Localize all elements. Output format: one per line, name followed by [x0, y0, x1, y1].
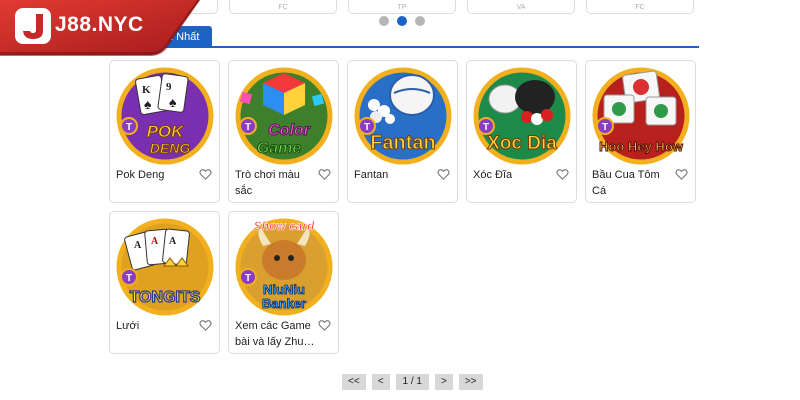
svg-text:A: A	[134, 240, 142, 251]
carousel-dot-active[interactable]	[397, 16, 407, 26]
pok-deng-thumbnail[interactable]: K 9 ♠ ♠ POK DENG T	[114, 65, 216, 167]
svg-text:T: T	[483, 122, 489, 133]
svg-text:NiuNiu: NiuNiu	[263, 282, 305, 297]
svg-text:T: T	[364, 122, 370, 133]
game-name[interactable]: Xem các Game bài và lấy Zhu…	[235, 318, 317, 350]
game-grid: K 9 ♠ ♠ POK DENG T Pok Deng Color Game T…	[109, 60, 699, 354]
svg-text:T: T	[602, 122, 608, 133]
svg-text:Banker: Banker	[262, 296, 306, 311]
heart-icon[interactable]	[199, 168, 212, 181]
game-name[interactable]: Xóc Đĩa	[473, 167, 555, 183]
svg-text:Color: Color	[268, 122, 311, 139]
svg-text:Hoo Hey How: Hoo Hey How	[599, 139, 684, 154]
carousel-dot[interactable]	[379, 16, 389, 26]
game-name[interactable]: Bầu Cua Tôm Cá	[592, 167, 674, 199]
first-page-button[interactable]: <<	[342, 374, 366, 390]
provider-label: FC	[278, 4, 288, 11]
svg-text:♠: ♠	[144, 96, 152, 112]
provider-label: TP	[397, 4, 407, 11]
prev-page-button[interactable]: <	[371, 374, 390, 390]
heart-icon[interactable]	[199, 319, 212, 332]
last-page-button[interactable]: >>	[458, 374, 483, 390]
game-card-niu-niu[interactable]: Show card NiuNiu Banker T Xem các Game b…	[228, 211, 339, 354]
pagination: << < 1 / 1 > >>	[342, 374, 483, 390]
svg-text:T: T	[245, 122, 251, 133]
game-card-tongits[interactable]: A A A TONGITS T Lưới	[109, 211, 220, 354]
svg-text:♠: ♠	[169, 94, 177, 110]
hoo-hey-how-thumbnail[interactable]: Hoo Hey How T	[590, 65, 692, 167]
game-card-pok-deng[interactable]: K 9 ♠ ♠ POK DENG T Pok Deng	[109, 60, 220, 203]
heart-icon[interactable]	[556, 168, 569, 181]
svg-text:K: K	[142, 84, 151, 96]
game-card-color-game[interactable]: Color Game T Trò chơi màu sắc	[228, 60, 339, 203]
next-page-button[interactable]: >	[435, 374, 453, 390]
xoc-dia-thumbnail[interactable]: Xoc Dia T	[471, 65, 573, 167]
provider-label: VA	[516, 4, 526, 11]
heart-icon[interactable]	[318, 168, 331, 181]
fantan-thumbnail[interactable]: Fantan T	[352, 65, 454, 167]
carousel-dot[interactable]	[415, 16, 425, 26]
game-name[interactable]: Fantan	[354, 167, 436, 183]
heart-icon[interactable]	[437, 168, 450, 181]
svg-text:POK: POK	[147, 122, 186, 141]
svg-text:A: A	[151, 236, 159, 247]
provider-card[interactable]: TP	[348, 0, 456, 14]
page-indicator: 1 / 1	[395, 374, 429, 390]
game-card-bau-cua[interactable]: Hoo Hey How T Bầu Cua Tôm Cá	[585, 60, 696, 203]
svg-text:Xoc Dia: Xoc Dia	[487, 133, 557, 154]
svg-text:Show card: Show card	[254, 219, 315, 233]
logo-j-icon	[15, 8, 51, 44]
provider-card[interactable]: FC	[586, 0, 694, 14]
svg-text:9: 9	[166, 81, 172, 93]
niu-niu-banker-thumbnail[interactable]: Show card NiuNiu Banker T	[233, 216, 335, 318]
game-card-fantan[interactable]: Fantan T Fantan	[347, 60, 458, 203]
logo-text: J88.NYC	[55, 13, 144, 36]
svg-text:T: T	[245, 273, 251, 284]
color-game-thumbnail[interactable]: Color Game T	[233, 65, 335, 167]
brand-badge-text: T	[126, 122, 132, 133]
svg-text:TONGITS: TONGITS	[130, 289, 201, 306]
svg-text:T: T	[126, 273, 132, 284]
game-name[interactable]: Lưới	[116, 318, 198, 334]
game-name[interactable]: Pok Deng	[116, 167, 198, 183]
svg-text:DENG: DENG	[150, 140, 191, 156]
provider-card[interactable]: FC	[229, 0, 337, 14]
svg-text:Game: Game	[257, 140, 302, 157]
tongits-thumbnail[interactable]: A A A TONGITS T	[114, 216, 216, 318]
game-card-xoc-dia[interactable]: Xoc Dia T Xóc Đĩa	[466, 60, 577, 203]
provider-label: FC	[635, 4, 645, 11]
heart-icon[interactable]	[318, 319, 331, 332]
heart-icon[interactable]	[675, 168, 688, 181]
svg-text:Fantan: Fantan	[370, 132, 436, 154]
svg-text:A: A	[169, 236, 177, 247]
provider-card[interactable]: VA	[467, 0, 575, 14]
game-name[interactable]: Trò chơi màu sắc	[235, 167, 317, 199]
carousel-dots	[379, 16, 425, 26]
brand-logo[interactable]: J88.NYC	[0, 0, 200, 56]
game-lobby: FC TP VA FC Hot Nhất J88.NYC K 9 ♠ ♠ POK…	[0, 0, 800, 400]
